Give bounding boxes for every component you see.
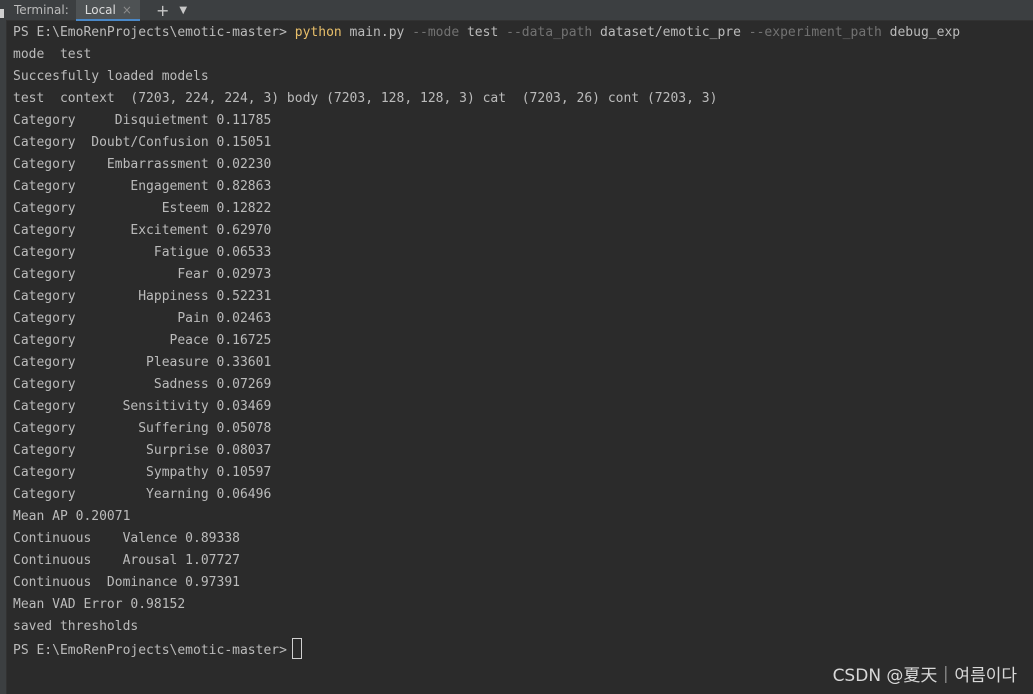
value-experiment-path: debug_exp xyxy=(881,25,961,40)
command-program: python xyxy=(294,25,342,40)
option-mode: --mode xyxy=(412,25,460,40)
output-line: Category Engagement 0.82863 xyxy=(13,179,272,194)
text-cursor xyxy=(291,638,302,659)
tab-local-label: Local xyxy=(84,3,116,17)
prompt: PS E:\EmoRenProjects\emotic-master> xyxy=(13,643,287,658)
output-line: Category Suffering 0.05078 xyxy=(13,421,272,436)
tab-local[interactable]: Local × xyxy=(75,0,141,21)
output-line: Category Yearning 0.06496 xyxy=(13,487,272,502)
output-line: test context (7203, 224, 224, 3) body (7… xyxy=(13,91,718,106)
add-icon[interactable]: + xyxy=(156,1,169,20)
value-data-path: dataset/emotic_pre xyxy=(592,25,749,40)
output-line: Continuous Valence 0.89338 xyxy=(13,531,240,546)
watermark: CSDN @夏天｜여름이다 xyxy=(832,666,1017,686)
output-line: Mean VAD Error 0.98152 xyxy=(13,597,186,612)
output-line: Continuous Arousal 1.07727 xyxy=(13,553,240,568)
command-script: main.py xyxy=(341,25,413,40)
output-line: Category Happiness 0.52231 xyxy=(13,289,272,304)
terminal-tab-bar: Terminal: Local × + ▼ xyxy=(6,0,1033,21)
option-experiment-path: --experiment_path xyxy=(748,25,882,40)
output-line: Mean AP 0.20071 xyxy=(13,509,131,524)
output-line: Category Sympathy 0.10597 xyxy=(13,465,272,480)
prompt: PS E:\EmoRenProjects\emotic-master> xyxy=(13,25,295,40)
value-mode: test xyxy=(459,25,507,40)
output-line: Continuous Dominance 0.97391 xyxy=(13,575,240,590)
output-line: mode test xyxy=(13,47,92,62)
command-line: PS E:\EmoRenProjects\emotic-master> pyth… xyxy=(13,22,1023,44)
output-line: Category Pain 0.02463 xyxy=(13,311,272,326)
final-prompt-line[interactable]: PS E:\EmoRenProjects\emotic-master> xyxy=(13,638,1023,660)
option-data-path: --data_path xyxy=(506,25,593,40)
output-line: Category Doubt/Confusion 0.15051 xyxy=(13,135,272,150)
output-line: Category Fatigue 0.06533 xyxy=(13,245,272,260)
output-line: Category Pleasure 0.33601 xyxy=(13,355,272,370)
chevron-down-icon[interactable]: ▼ xyxy=(179,5,187,16)
output-line: Category Embarrassment 0.02230 xyxy=(13,157,272,172)
output-line: Category Fear 0.02973 xyxy=(13,267,272,282)
output-line: saved thresholds xyxy=(13,619,139,634)
output-line: Category Peace 0.16725 xyxy=(13,333,272,348)
output-line: Category Disquietment 0.11785 xyxy=(13,113,272,128)
tool-window-marker xyxy=(0,9,4,18)
output-line: Category Sadness 0.07269 xyxy=(13,377,272,392)
left-tool-strip xyxy=(0,0,7,694)
close-icon[interactable]: × xyxy=(122,3,132,17)
terminal-output[interactable]: PS E:\EmoRenProjects\emotic-master> pyth… xyxy=(13,22,1023,660)
output-line: Category Sensitivity 0.03469 xyxy=(13,399,272,414)
terminal-title: Terminal: xyxy=(14,3,69,17)
output-line: Category Excitement 0.62970 xyxy=(13,223,272,238)
output-line: Category Esteem 0.12822 xyxy=(13,201,272,216)
output-line: Succesfully loaded models xyxy=(13,69,209,84)
output-line: Category Surprise 0.08037 xyxy=(13,443,272,458)
